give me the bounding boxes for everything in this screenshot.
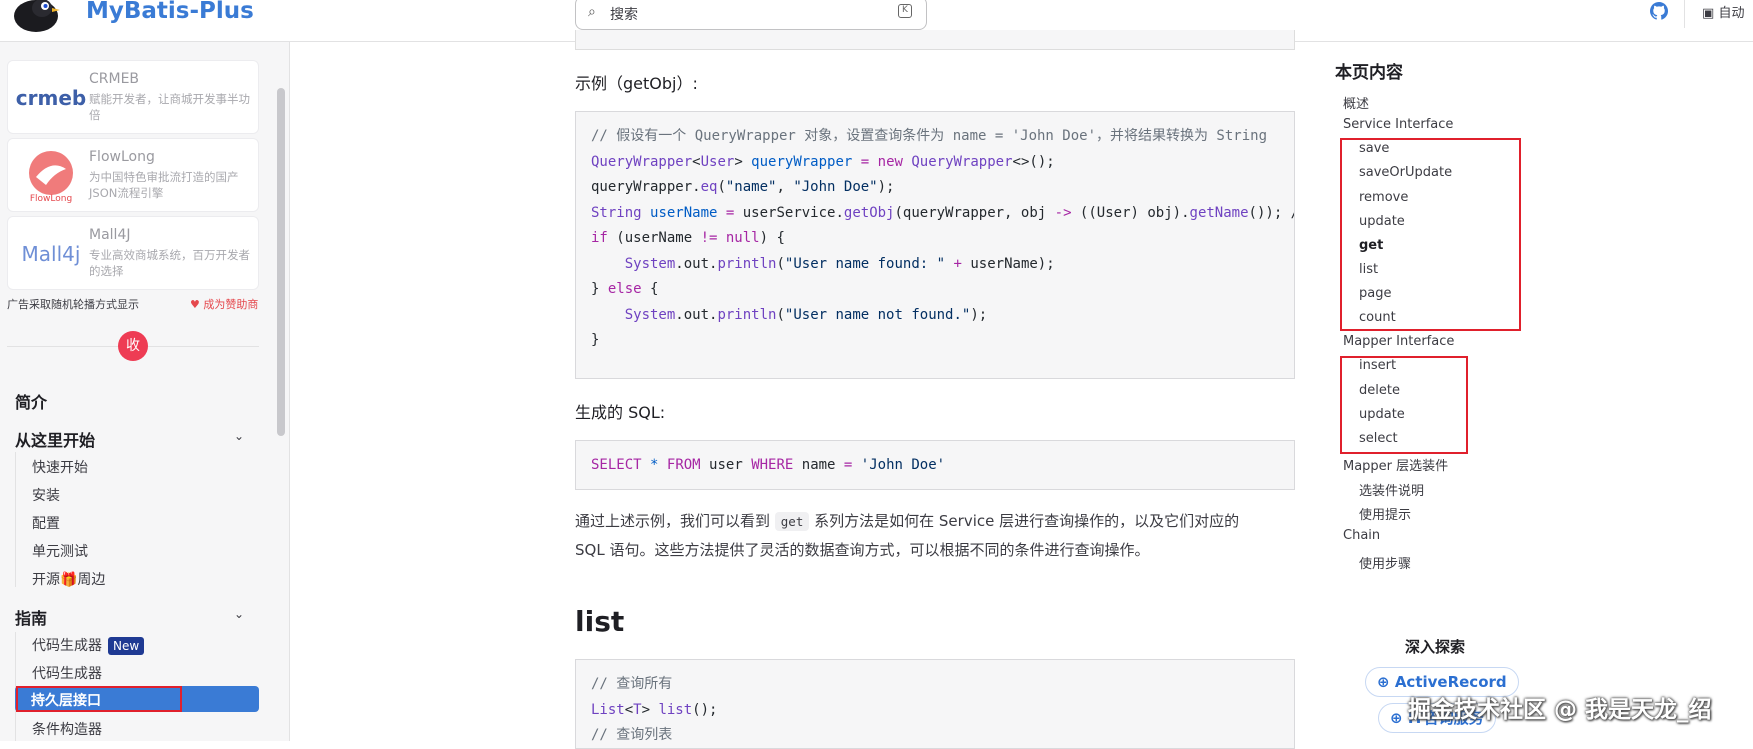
mybatis-bird-logo-icon[interactable] <box>12 0 60 32</box>
github-icon[interactable] <box>1650 2 1668 20</box>
code-block-list[interactable]: // 查询所有 List<T> list(); // 查询列表 <box>575 659 1295 749</box>
highlight-box-service <box>1340 138 1521 331</box>
left-sidebar: crmeb CRMEB 赋能开发者，让商城开发事半功倍 FlowLong Flo… <box>0 42 290 741</box>
sidebar-item-unit-test[interactable]: 单元测试 <box>32 541 88 561</box>
collapse-ads-button[interactable]: 收 <box>118 331 148 361</box>
code-block-getobj[interactable]: // 假设有一个 QueryWrapper 对象，设置查询条件为 name = … <box>575 111 1295 379</box>
highlight-box <box>16 686 182 712</box>
summary-paragraph: 通过上述示例，我们可以看到 get 系列方法是如何在 Service 层进行查询… <box>575 512 1240 559</box>
outline-item[interactable]: 使用提示 <box>1359 504 1411 523</box>
plus-circle-icon: ⊕ <box>1390 709 1403 727</box>
heart-icon: ♥ <box>190 298 200 311</box>
highlight-box-mapper <box>1340 356 1468 454</box>
outline-item[interactable]: Mapper Interface <box>1343 334 1454 349</box>
appearance-toggle[interactable]: ▣ 自动 <box>1702 2 1744 21</box>
keyboard-shortcut-icon: K <box>898 4 912 18</box>
sidebar-item-wrapper[interactable]: 条件构造器 <box>32 719 102 739</box>
ad-rotation-note: 广告采取随机轮播方式显示 <box>7 298 139 311</box>
sidebar-group-getting-started[interactable]: 从这里开始 <box>15 427 95 451</box>
outline-item[interactable]: Service Interface <box>1343 117 1453 132</box>
header-divider <box>1684 0 1685 28</box>
sidebar-item-code-generator[interactable]: 代码生成器 <box>32 663 102 683</box>
mall4j-logo: Mall4j <box>21 242 81 266</box>
outline-item[interactable]: 选装件说明 <box>1359 480 1424 499</box>
ad-description: 赋能开发者，让商城开发事半功倍 <box>89 92 250 122</box>
ad-card-mall4j[interactable]: Mall4j Mall4J 专业高效商城系统，百万开发者的选择 <box>7 216 259 290</box>
chevron-down-icon[interactable]: ⌄ <box>234 429 244 443</box>
appearance-icon: ▣ <box>1702 6 1715 21</box>
previous-code-block-edge <box>575 30 1295 50</box>
ad-card-flowlong[interactable]: FlowLong FlowLong 为中国特色审批流打造的国产JSON流程引擎 <box>7 138 259 212</box>
list-code: // 查询所有 List<T> list(); // 查询列表 <box>591 676 718 743</box>
sidebar-item-code-generator-new[interactable]: 代码生成器 New <box>32 635 145 655</box>
sidebar-item-install[interactable]: 安装 <box>32 485 60 505</box>
sidebar-item-config[interactable]: 配置 <box>32 513 60 533</box>
deep-dive-title: 深入探索 <box>1405 638 1466 656</box>
ad-name: FlowLong <box>89 149 155 165</box>
search-box[interactable]: ⌕ 搜索 K <box>575 0 927 30</box>
code-block-sql[interactable]: SELECT * FROM user WHERE name = 'John Do… <box>575 440 1295 490</box>
sql-heading: 生成的 SQL: <box>575 403 666 422</box>
code-content: // 假设有一个 QueryWrapper 对象，设置查询条件为 name = … <box>591 128 1294 348</box>
sidebar-scrollbar[interactable] <box>277 88 285 436</box>
example-heading: 示例（getObj）: <box>575 74 698 93</box>
search-icon: ⌕ <box>588 4 596 20</box>
sidebar-item-intro[interactable]: 简介 <box>15 389 47 413</box>
section-title-list: list <box>575 605 625 638</box>
chevron-down-icon[interactable]: ⌄ <box>234 607 244 621</box>
sidebar-group-guide[interactable]: 指南 <box>15 605 47 629</box>
flowlong-logo: FlowLong <box>18 149 84 203</box>
code-horizontal-scrollbar[interactable] <box>582 378 1157 379</box>
outline-item[interactable]: Chain <box>1343 528 1380 543</box>
search-placeholder: 搜索 <box>610 7 638 23</box>
outline-item[interactable]: Mapper 层选装件 <box>1343 455 1448 474</box>
become-sponsor-link[interactable]: ♥ 成为赞助商 <box>190 296 258 312</box>
ad-card-crmeb[interactable]: crmeb CRMEB 赋能开发者，让商城开发事半功倍 <box>7 60 259 134</box>
crmeb-logo: crmeb <box>15 86 87 110</box>
site-title[interactable]: MyBatis-Plus <box>86 0 254 24</box>
sidebar-item-merch[interactable]: 开源🎁周边 <box>32 569 105 589</box>
watermark: 掘金技术社区 @ 我是天龙_绍 <box>1408 697 1712 723</box>
inline-code-get: get <box>774 512 810 531</box>
ad-name: CRMEB <box>89 71 140 87</box>
ad-name: Mall4J <box>89 227 131 243</box>
ad-description: 专业高效商城系统，百万开发者的选择 <box>89 248 250 278</box>
ad-description: 为中国特色审批流打造的国产JSON流程引擎 <box>89 170 239 200</box>
outline-item[interactable]: 概述 <box>1343 93 1369 112</box>
flowlong-logo-icon: FlowLong <box>29 151 73 203</box>
sidebar-item-quick-start[interactable]: 快速开始 <box>32 457 88 477</box>
nav-indent-line <box>15 452 16 587</box>
svg-text:FlowLong: FlowLong <box>30 194 72 203</box>
plus-circle-icon: ⊕ <box>1377 673 1390 691</box>
new-badge: New <box>108 637 145 655</box>
outline-item[interactable]: 使用步骤 <box>1359 553 1411 572</box>
sql-code: SELECT * FROM user WHERE name = 'John Do… <box>591 457 946 473</box>
outline-title: 本页内容 <box>1335 63 1403 83</box>
